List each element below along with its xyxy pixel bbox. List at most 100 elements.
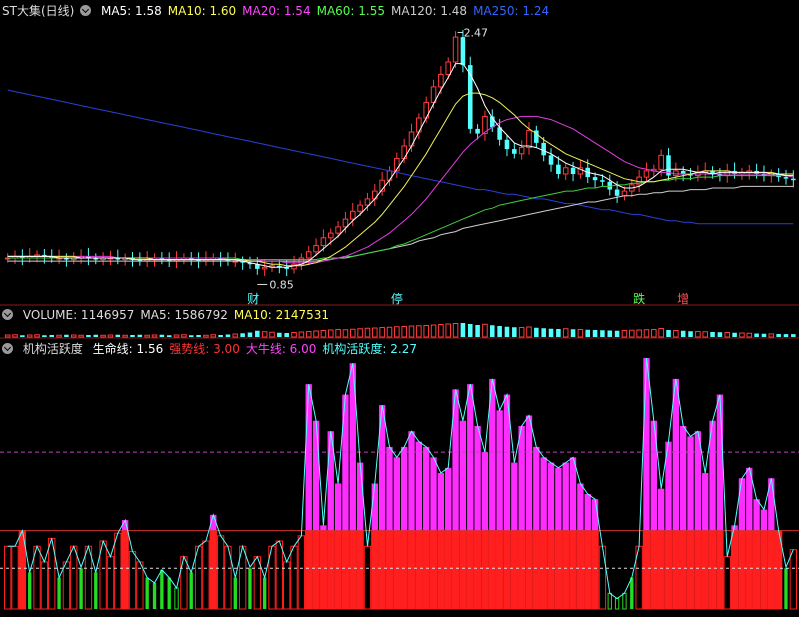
volume-bar — [534, 327, 539, 337]
volume-bar — [188, 335, 194, 337]
activity-bar-green — [262, 577, 267, 609]
volume-bar — [526, 326, 532, 338]
volume-bar — [34, 334, 40, 338]
activity-bar-red — [437, 530, 445, 610]
activity-bar-green — [630, 577, 634, 609]
ma250-line — [7, 89, 794, 225]
volume-bar — [614, 330, 620, 337]
volume-bar — [570, 329, 576, 337]
volume-bar — [42, 335, 47, 337]
activity-bar-magenta — [525, 415, 533, 531]
activity-bar-magenta — [467, 384, 474, 531]
volume-bar — [416, 325, 422, 338]
volume-bar — [621, 330, 628, 338]
volume-bar — [49, 335, 55, 337]
activity-bar-red — [569, 530, 577, 610]
activity-bar-red — [128, 550, 137, 610]
volume-bar — [122, 334, 128, 338]
volume-bar — [643, 329, 650, 338]
activity-bar-magenta — [643, 358, 650, 531]
activity-bar-magenta — [547, 462, 555, 531]
activity-bar-red — [312, 530, 320, 610]
activity-bar-green — [160, 569, 164, 609]
candle — [658, 154, 664, 170]
volume-bar — [196, 335, 201, 337]
activity-bar-red — [650, 530, 658, 610]
activity-bar-magenta — [342, 394, 349, 531]
activity-bar-magenta — [716, 394, 724, 531]
activity-bar-green — [189, 572, 193, 609]
volume-bar — [438, 324, 444, 338]
activity-bar-red — [415, 530, 423, 610]
activity-bar-red — [473, 530, 482, 610]
activity-bar-red — [708, 530, 717, 610]
volume-bar — [791, 334, 796, 337]
activity-bar-magenta — [386, 446, 393, 531]
activity-bar-magenta — [305, 384, 312, 531]
candle — [570, 167, 576, 174]
volume-bar — [761, 333, 767, 337]
activity-bar-red — [503, 530, 511, 610]
candle — [562, 167, 569, 175]
activity-bar-red — [767, 530, 775, 610]
volume-bar — [159, 334, 165, 337]
activity-bar-magenta — [371, 483, 378, 531]
ma60-line — [7, 175, 794, 261]
volume-bar — [130, 335, 135, 337]
activity-bar-magenta — [415, 441, 423, 531]
activity-bar-red — [393, 530, 401, 610]
stock-chart[interactable]: 2.47 0.85 财 停 跌 增 — [0, 0, 799, 617]
activity-bar-red — [562, 530, 570, 610]
volume-bar — [320, 330, 327, 338]
candle — [526, 129, 532, 149]
event-marker: 增 — [677, 292, 689, 306]
activity-bar-magenta — [320, 525, 327, 531]
activity-bar-red — [547, 530, 555, 610]
activity-bar-magenta — [518, 425, 525, 531]
activity-bar-red — [216, 535, 225, 610]
candle — [460, 37, 466, 66]
activity-bar-red — [444, 530, 452, 610]
activity-bar-magenta — [430, 457, 437, 531]
activity-bar-red — [305, 530, 313, 610]
volume-bar — [504, 326, 510, 337]
activity-bar-magenta — [687, 436, 694, 531]
activity-bar-red — [363, 545, 372, 610]
activity-bar-red — [422, 530, 430, 610]
volume-bar — [240, 333, 245, 337]
volume-bar — [460, 323, 466, 337]
activity-bar-magenta — [423, 446, 430, 531]
candle — [305, 251, 312, 259]
volume-bar — [636, 329, 642, 338]
candle — [452, 36, 459, 63]
volume-bar — [666, 330, 671, 337]
activity-bar-magenta — [459, 420, 467, 531]
activity-bar-red — [723, 556, 731, 610]
activity-bar-green — [79, 568, 83, 609]
candle — [621, 190, 628, 197]
volume-bar — [732, 332, 737, 337]
volume-bar — [225, 334, 231, 337]
volume-bar — [688, 331, 693, 337]
volume-bar — [710, 332, 715, 337]
volume-bar — [401, 326, 407, 338]
activity-bar-red — [385, 530, 394, 610]
activity-bar-red — [349, 530, 357, 610]
activity-bar-magenta — [562, 462, 569, 531]
volume-bar — [255, 330, 260, 337]
activity-bar-red — [40, 561, 49, 610]
volume-bar — [592, 330, 598, 337]
candle — [541, 142, 546, 156]
low-price-label: 0.85 — [269, 278, 294, 291]
candle — [518, 147, 525, 155]
candle — [349, 210, 356, 220]
volume-bar — [717, 332, 723, 337]
activity-bar-magenta — [437, 473, 445, 531]
activity-bar-magenta — [738, 478, 746, 531]
activity-bar-red — [510, 530, 518, 610]
candle — [364, 198, 371, 206]
activity-bar-red — [253, 556, 261, 610]
activity-bar-red — [407, 530, 416, 610]
volume-bar — [695, 331, 701, 338]
volume-bar — [357, 328, 363, 338]
